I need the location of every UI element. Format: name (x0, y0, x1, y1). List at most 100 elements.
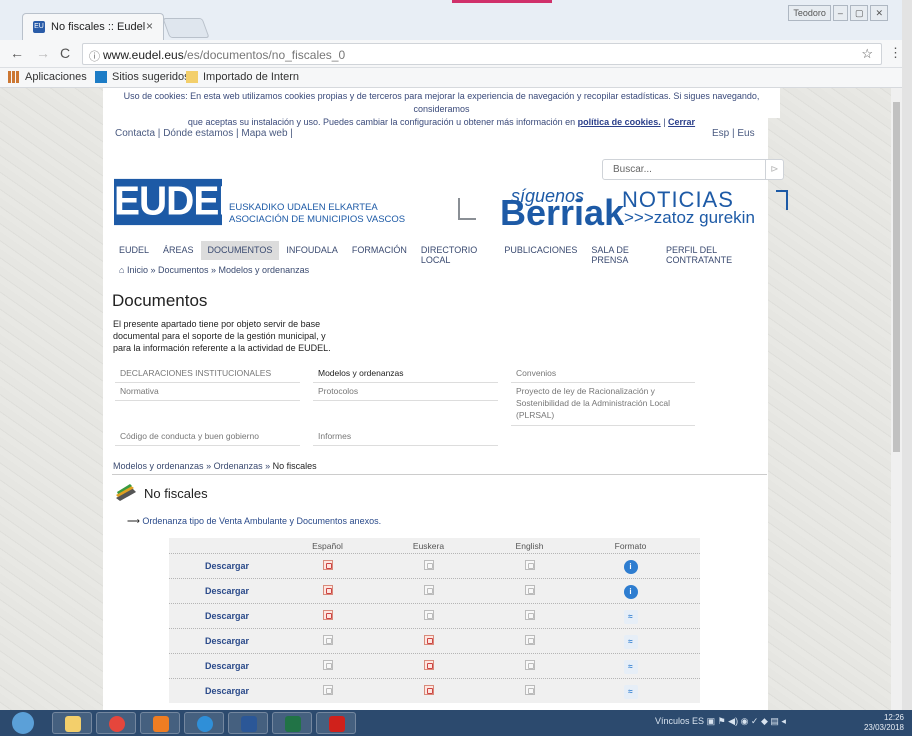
table-row: Descargar ≈ (169, 678, 700, 703)
taskbar-chrome[interactable] (96, 712, 136, 734)
taskbar-outlook[interactable] (140, 712, 180, 734)
contact-link[interactable]: Contacta (115, 128, 155, 139)
pdf-icon (322, 635, 333, 645)
pdf-icon[interactable] (322, 610, 333, 620)
nav-documentos[interactable]: DOCUMENTOS (200, 241, 280, 260)
scrollbar-thumb[interactable] (893, 102, 900, 452)
crumb-modelos[interactable]: Modelos y ordenanzas (219, 265, 310, 275)
accent-line (452, 0, 552, 3)
pdf-icon (524, 685, 535, 695)
crumb-documentos[interactable]: Documentos (158, 265, 209, 275)
download-link[interactable]: Descargar (169, 611, 277, 621)
pdf-icon[interactable] (322, 585, 333, 595)
nav-publicaciones[interactable]: PUBLICACIONES (497, 241, 584, 260)
cookie-close-link[interactable]: Cerrar (668, 117, 695, 127)
taskbar-ie[interactable] (184, 712, 224, 734)
path-modelos[interactable]: Modelos y ordenanzas (113, 461, 204, 471)
nav-infoudala[interactable]: INFOUDALA (279, 241, 345, 260)
crumb-inicio[interactable]: Inicio (127, 265, 148, 275)
forward-icon[interactable]: → (36, 45, 50, 61)
minimize-icon[interactable]: – (832, 5, 848, 21)
close-window-icon[interactable]: ✕ (870, 5, 888, 21)
cookie-policy-link[interactable]: política de cookies. (578, 117, 661, 127)
location-link[interactable]: Dónde estamos (163, 128, 233, 139)
browser-tab[interactable]: EU No fiscales :: Eudel × (22, 13, 164, 40)
acrobat-icon (329, 716, 345, 732)
breadcrumb: ⌂ Inicio » Documentos » Modelos y ordena… (119, 265, 310, 275)
path-ordenanzas[interactable]: Ordenanzas (214, 461, 263, 471)
taskbar-word[interactable] (228, 712, 268, 734)
category-protocolos[interactable]: Protocolos (313, 382, 498, 401)
tray-links[interactable]: Vínculos (655, 716, 690, 726)
sitemap-link[interactable]: Mapa web (241, 128, 287, 139)
taskbar-explorer[interactable] (52, 712, 92, 734)
maximize-icon[interactable]: ▢ (849, 5, 869, 21)
address-bar[interactable]: ⓘ www.eudel.eus/es/documentos/no_fiscale… (82, 43, 882, 65)
nav-directorio[interactable]: DIRECTORIO LOCAL (414, 241, 497, 265)
taskbar: Vínculos ES ▣ ⚑ ◀) ◉ ✓ ◆ ▤ ◂ 12:26 23/03… (0, 710, 912, 736)
tray-icons: ▣ ⚑ ◀) ◉ ✓ ◆ ▤ ◂ (706, 716, 786, 726)
document-format-icon: ≈ (623, 610, 638, 624)
top-links: Contacta | Dónde estamos | Mapa web | (115, 128, 293, 139)
pdf-icon (423, 610, 434, 620)
category-informes[interactable]: Informes (313, 427, 498, 446)
bookmark-star-icon[interactable]: ☆ (861, 46, 873, 62)
ie-icon (197, 716, 213, 732)
table-row: Descargar ≈ (169, 628, 700, 653)
clock[interactable]: 12:26 23/03/2018 (864, 713, 904, 733)
download-link[interactable]: Descargar (169, 561, 277, 571)
scrollbar[interactable] (891, 88, 902, 710)
eudel-logo[interactable]: EUDEL (114, 178, 242, 226)
category-codigo[interactable]: Código de conducta y buen gobierno (115, 427, 300, 446)
pdf-icon[interactable] (322, 560, 333, 570)
back-icon[interactable]: ← (10, 45, 24, 61)
apps-grid-icon (8, 71, 20, 83)
bookmark-imported[interactable]: Importado de Intern (186, 71, 299, 83)
language-switch: Esp | Eus (712, 128, 755, 139)
taskbar-acrobat[interactable] (316, 712, 356, 734)
site-search[interactable]: Buscar... ⊳ (602, 159, 784, 180)
start-button-icon[interactable] (12, 712, 34, 734)
new-tab-button[interactable] (162, 18, 210, 38)
category-normativa[interactable]: Normativa (115, 382, 300, 401)
download-link[interactable]: Descargar (169, 661, 277, 671)
search-input[interactable]: Buscar... (613, 164, 652, 175)
category-convenios[interactable]: Convenios (511, 364, 695, 383)
folder-icon (65, 716, 81, 732)
header-formato: Formato (614, 541, 647, 551)
category-plrsal[interactable]: Proyecto de ley de Racionalización y Sos… (511, 382, 695, 426)
table-body: Descargar i Descargar i Descargar ≈ Descargar ≈… (169, 553, 700, 703)
download-link[interactable]: Descargar (169, 686, 277, 696)
nav-perfil[interactable]: PERFIL DEL CONTRATANTE (659, 241, 767, 265)
nav-eudel[interactable]: EUDEL (112, 241, 156, 260)
tab-close-icon[interactable]: × (146, 19, 153, 33)
lang-eu-link[interactable]: Eus (737, 128, 754, 139)
pdf-icon (322, 685, 333, 695)
berriak-banner[interactable]: síguenos Berriak NOTICIAS >>>zatoz gurek… (458, 186, 788, 236)
nav-areas[interactable]: ÁREAS (156, 241, 201, 260)
excel-icon (285, 716, 301, 732)
tray-language[interactable]: ES (692, 716, 704, 726)
download-link[interactable]: Descargar (169, 586, 277, 596)
bookmark-apps[interactable]: Aplicaciones (8, 71, 87, 83)
page-title: Documentos (112, 291, 208, 310)
item-link[interactable]: ⟶ Ordenanza tipo de Venta Ambulante y Do… (127, 516, 381, 527)
menu-icon[interactable]: ⋮ (889, 45, 902, 61)
taskbar-excel[interactable] (272, 712, 312, 734)
table-row: Descargar i (169, 553, 700, 578)
category-declaraciones[interactable]: DECLARACIONES INSTITUCIONALES (115, 364, 300, 383)
reload-icon[interactable]: C (60, 45, 70, 61)
search-submit-icon[interactable]: ⊳ (765, 160, 783, 179)
home-icon[interactable]: ⌂ (119, 265, 124, 275)
browser-toolbar: ← → C ⓘ www.eudel.eus/es/documentos/no_f… (0, 40, 912, 68)
bookmark-suggested[interactable]: Sitios sugeridos (95, 71, 190, 83)
pdf-icon[interactable] (423, 635, 434, 645)
pdf-icon[interactable] (423, 685, 434, 695)
lang-es-link[interactable]: Esp (712, 128, 729, 139)
category-modelos[interactable]: Modelos y ordenanzas (313, 364, 498, 383)
download-link[interactable]: Descargar (169, 636, 277, 646)
info-icon[interactable]: ⓘ (89, 48, 100, 64)
nav-formacion[interactable]: FORMACIÓN (345, 241, 414, 260)
nav-sala-prensa[interactable]: SALA DE PRENSA (584, 241, 659, 265)
pdf-icon[interactable] (423, 660, 434, 670)
